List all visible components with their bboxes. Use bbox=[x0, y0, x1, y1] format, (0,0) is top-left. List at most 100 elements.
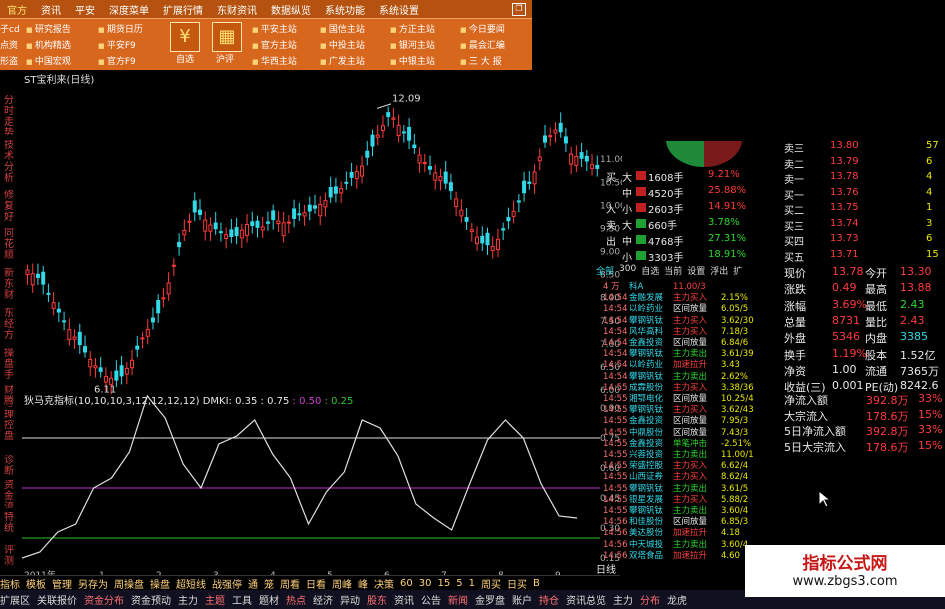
toolbar-item[interactable]: 周操盘 bbox=[114, 576, 144, 591]
toolbar-item[interactable]: 1 bbox=[469, 578, 475, 589]
ticker-row[interactable]: 14:54 攀钢钒钛 主力卖出 3.61/39 bbox=[603, 347, 759, 359]
side-tab[interactable]: 理财王 bbox=[4, 410, 18, 418]
ticker-row[interactable]: 14:55 荣盛控股 主力买入 6.62/4 bbox=[603, 459, 759, 471]
menu-guanfang[interactable]: 官方 bbox=[0, 2, 34, 17]
bottom-tab[interactable]: 主力 bbox=[178, 592, 198, 607]
menu-item[interactable]: 中投主站 bbox=[320, 38, 365, 54]
bottom-tab[interactable]: 工具 bbox=[232, 592, 252, 607]
ticker-row[interactable]: 14:54 金融发展 主力买入 2.15% bbox=[603, 291, 759, 303]
order-book-price[interactable]: 13.71 bbox=[830, 249, 859, 260]
menu-item[interactable]: 今日要闻 bbox=[460, 22, 505, 38]
menu-zixun[interactable]: 资讯 bbox=[34, 2, 68, 17]
bottom-tab[interactable]: 持仓 bbox=[539, 592, 559, 607]
menu-item[interactable]: 华西主站 bbox=[252, 54, 297, 70]
bottom-tab[interactable]: 股东 bbox=[367, 592, 387, 607]
side-tab[interactable]: 诊断 bbox=[4, 455, 18, 477]
menu-deep[interactable]: 深度菜单 bbox=[102, 2, 156, 17]
toolbar-item[interactable]: 战强停 bbox=[212, 576, 242, 591]
bottom-tab[interactable]: 题材 bbox=[259, 592, 279, 607]
ticker-tab[interactable]: 当前 bbox=[664, 264, 682, 277]
ticker-row[interactable]: 14:54 攀钢钒钛 主力买入 3.62/30 bbox=[603, 314, 759, 326]
bottom-tab[interactable]: 金罗盘 bbox=[475, 592, 505, 607]
menu-dongcai[interactable]: 东财资讯 bbox=[210, 2, 264, 17]
toolbar-item[interactable]: 通 bbox=[248, 576, 258, 591]
menu-item[interactable]: 机构精选 bbox=[26, 38, 71, 54]
side-tab[interactable]: 控盘 bbox=[4, 420, 18, 450]
ticker-tab[interactable]: 全部 bbox=[596, 264, 614, 277]
ticker-row[interactable]: 14:56 和佳股份 区间放量 6.85/3 bbox=[603, 515, 759, 527]
toolbar-item[interactable]: 30 bbox=[419, 578, 432, 589]
toolbar-item[interactable]: 日看 bbox=[306, 576, 326, 591]
bottom-tab[interactable]: 热点 bbox=[286, 592, 306, 607]
side-tab[interactable]: 同花顺 bbox=[4, 228, 18, 266]
bottom-tab[interactable]: 主力 bbox=[613, 592, 633, 607]
bottom-tab[interactable]: 资讯 bbox=[394, 592, 414, 607]
menu-item[interactable]: 平安F9 bbox=[98, 38, 143, 54]
ticker-row[interactable]: 14:54 以岭药业 加速拉升 3.43 bbox=[603, 358, 759, 370]
bottom-tab[interactable]: 账户 bbox=[512, 592, 532, 607]
order-book-price[interactable]: 13.74 bbox=[830, 218, 859, 229]
menu-item[interactable]: 期货日历 bbox=[98, 22, 143, 38]
toolbar-item[interactable]: 操盘 bbox=[150, 576, 170, 591]
side-tab[interactable]: 特统 bbox=[4, 512, 18, 540]
ticker-tab[interactable]: 扩 bbox=[733, 264, 742, 277]
ticker-row[interactable]: 14:55 兴蓉投资 主力卖出 11.00/1 bbox=[603, 448, 759, 460]
ticker-row[interactable]: 14:55 山西证券 主力买入 8.62/4 bbox=[603, 470, 759, 482]
bottom-tab[interactable]: 扩展区 bbox=[0, 592, 30, 607]
order-book-price[interactable]: 13.75 bbox=[830, 202, 859, 213]
ticker-tab[interactable]: 自选 bbox=[641, 264, 659, 277]
toolbar-item[interactable]: 周峰 bbox=[332, 576, 352, 591]
ticker-row[interactable]: 14:54 攀钢钒钛 主力卖出 2.62% bbox=[603, 370, 759, 382]
side-tab[interactable]: 资金流 bbox=[4, 480, 18, 508]
bottom-tab[interactable]: 经济 bbox=[313, 592, 333, 607]
menu-system[interactable]: 系统功能 bbox=[318, 2, 372, 17]
toolbar-item[interactable]: 另存为 bbox=[78, 576, 108, 591]
ticker-row[interactable]: 14:55 攀钢钒钛 主力卖出 3.60/4 bbox=[603, 504, 759, 516]
menu-data[interactable]: 数据纵览 bbox=[264, 2, 318, 17]
side-tab[interactable]: 修复好 bbox=[4, 190, 18, 225]
menu-pingan[interactable]: 平安 bbox=[68, 2, 102, 17]
menu-item[interactable]: 研究报告 bbox=[26, 22, 71, 38]
ticker-tab[interactable]: 浮出 bbox=[710, 264, 728, 277]
toolbar-item[interactable]: 模板 bbox=[26, 576, 46, 591]
ticker-row[interactable]: 14:55 银星发展 主力买入 5.88/2 bbox=[603, 493, 759, 505]
menu-item[interactable]: 三 大 报 bbox=[460, 54, 505, 70]
period-label[interactable]: 日线 bbox=[596, 561, 616, 576]
ticker-row[interactable]: 14:54 以岭药业 区间放量 6.05/5 bbox=[603, 302, 759, 314]
order-book-price[interactable]: 13.76 bbox=[830, 187, 859, 198]
bottom-tab[interactable]: 关联报价 bbox=[37, 592, 77, 607]
toolbar-item[interactable]: 超短线 bbox=[176, 576, 206, 591]
toolbar-item[interactable]: 指标 bbox=[0, 576, 20, 591]
toolbar-item[interactable]: 日买 bbox=[507, 576, 527, 591]
chart-window-icon[interactable]: ▦ bbox=[212, 22, 242, 52]
ticker-row[interactable]: 4 万科A 11.00/3 bbox=[603, 280, 721, 292]
toolbar-item[interactable]: 管理 bbox=[52, 576, 72, 591]
toolbar-item[interactable]: 峰 bbox=[358, 576, 368, 591]
side-tab[interactable]: 东经方 bbox=[4, 308, 18, 346]
menu-item[interactable]: 晨会汇编 bbox=[460, 38, 505, 54]
bottom-tab[interactable]: 公告 bbox=[421, 592, 441, 607]
menu-extended-quotes[interactable]: 扩展行情 bbox=[156, 2, 210, 17]
menu-item[interactable]: 广发主站 bbox=[320, 54, 365, 70]
menu-left-item[interactable]: 形盗 bbox=[0, 54, 22, 70]
bottom-tab[interactable]: 资金预动 bbox=[131, 592, 171, 607]
ticker-row[interactable]: 14:55 中鼎股份 区间放量 7.43/3 bbox=[603, 426, 759, 438]
menu-item[interactable]: 官方F9 bbox=[98, 54, 143, 70]
menu-item[interactable]: 中国宏观 bbox=[26, 54, 71, 70]
ticker-row[interactable]: 14:56 中天城投 主力卖出 3.60/4 bbox=[603, 538, 759, 550]
toolbar-item[interactable]: 笼 bbox=[264, 576, 274, 591]
side-tab[interactable]: 新东财 bbox=[4, 268, 18, 306]
ticker-row[interactable]: 14:55 金鑫投资 单笔冲击 -2.51% bbox=[603, 437, 759, 449]
bottom-tab[interactable]: 异动 bbox=[340, 592, 360, 607]
ticker-row[interactable]: 14:54 金鑫投资 区间放量 6.84/6 bbox=[603, 336, 759, 348]
ticker-row[interactable]: 14:56 双塔食品 加速拉升 4.60 bbox=[603, 549, 759, 561]
bottom-tab[interactable]: 资金分布 bbox=[84, 592, 124, 607]
side-tab[interactable]: 财腾手 bbox=[4, 385, 18, 407]
toolbar-item[interactable]: 周买 bbox=[481, 576, 501, 591]
toolbar-item[interactable]: 决策 bbox=[374, 576, 394, 591]
ticker-row[interactable]: 14:54 风华高科 主力买入 7.18/3 bbox=[603, 325, 759, 337]
bottom-tab[interactable]: 龙虎 bbox=[667, 592, 687, 607]
ticker-row[interactable]: 14:56 美达股份 加速拉升 4.18 bbox=[603, 526, 759, 538]
side-tab[interactable]: 分时走势 bbox=[4, 95, 18, 135]
window-restore-icon[interactable]: ❐ bbox=[512, 3, 526, 16]
